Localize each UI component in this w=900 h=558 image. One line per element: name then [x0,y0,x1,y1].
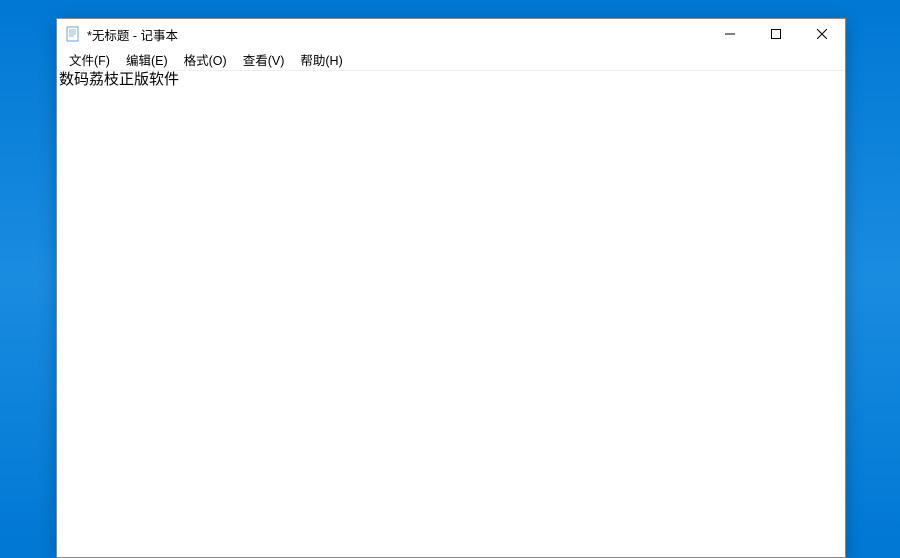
notepad-icon [65,26,81,42]
window-title: *无标题 - 记事本 [87,25,707,44]
window-controls [707,19,845,49]
maximize-button[interactable] [753,19,799,49]
close-icon [817,29,827,39]
titlebar[interactable]: *无标题 - 记事本 [57,19,845,49]
minimize-button[interactable] [707,19,753,49]
menubar: 文件(F) 编辑(E) 格式(O) 查看(V) 帮助(H) [57,49,845,71]
editor-area [57,71,845,557]
close-button[interactable] [799,19,845,49]
menu-edit[interactable]: 编辑(E) [118,48,176,71]
maximize-icon [771,29,781,39]
text-editor[interactable] [57,71,845,557]
notepad-window: *无标题 - 记事本 文件(F) 编辑(E) 格式(O) 查看(V) 帮助(H) [56,18,846,558]
menu-help[interactable]: 帮助(H) [292,48,350,71]
menu-view[interactable]: 查看(V) [235,48,293,71]
minimize-icon [725,29,735,39]
menu-format[interactable]: 格式(O) [176,48,235,71]
menu-file[interactable]: 文件(F) [61,48,118,71]
